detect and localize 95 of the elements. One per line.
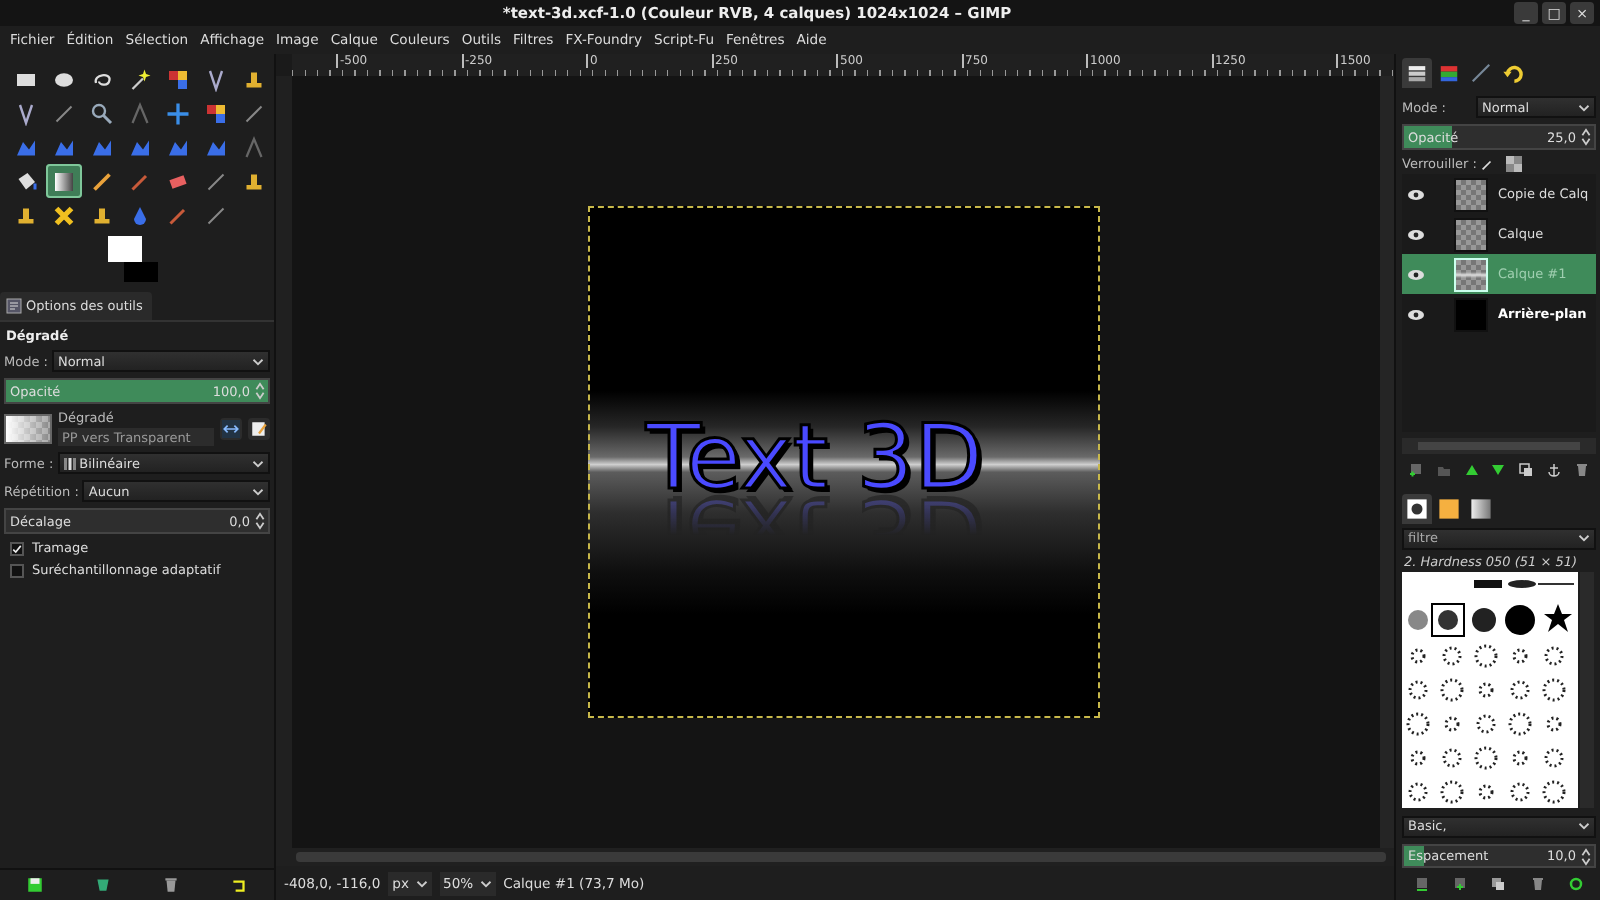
panel-icon bbox=[6, 298, 22, 314]
eye-icon[interactable] bbox=[1408, 189, 1424, 199]
horizontal-scrollbar[interactable] bbox=[1402, 438, 1596, 454]
panel-tab[interactable] bbox=[1434, 493, 1464, 524]
horizontal-scrollbar[interactable] bbox=[296, 852, 1386, 862]
squares-icon bbox=[204, 101, 228, 125]
layers-icon bbox=[1406, 62, 1428, 84]
stamp-icon bbox=[242, 67, 266, 91]
cross-icon bbox=[52, 203, 76, 227]
layer-thumbnail bbox=[1454, 297, 1488, 331]
bucket-icon bbox=[14, 169, 38, 193]
trash-icon[interactable] bbox=[1529, 876, 1546, 893]
caret-icon bbox=[479, 879, 492, 887]
brush-edit-icon[interactable] bbox=[1413, 876, 1430, 893]
duplicate-icon[interactable] bbox=[1518, 461, 1535, 478]
trash-icon[interactable] bbox=[162, 876, 181, 894]
caret-icon bbox=[252, 487, 264, 495]
vertical-scrollbar[interactable] bbox=[1380, 76, 1394, 848]
panel-tab[interactable] bbox=[1466, 493, 1496, 524]
duplicate-icon[interactable] bbox=[1490, 876, 1507, 893]
anchor-icon[interactable] bbox=[1546, 461, 1563, 478]
checker-icon[interactable] bbox=[1506, 156, 1523, 172]
caret-icon bbox=[252, 459, 264, 467]
magnifier-icon bbox=[90, 101, 114, 125]
move-icon bbox=[166, 101, 190, 125]
knife-icon bbox=[204, 169, 228, 193]
squares-icon bbox=[166, 67, 190, 91]
knife-icon bbox=[242, 101, 266, 125]
pattern-icon bbox=[1438, 497, 1460, 520]
double-arrow-icon bbox=[222, 419, 240, 437]
save-icon[interactable] bbox=[25, 876, 44, 894]
path-icon bbox=[1470, 62, 1492, 84]
notepad-icon bbox=[250, 419, 268, 437]
ellipse-icon bbox=[52, 67, 76, 91]
foreground-color-swatch[interactable] bbox=[108, 236, 142, 262]
caret-icon bbox=[1578, 534, 1590, 543]
undo-icon bbox=[1502, 62, 1524, 84]
stamp-icon bbox=[14, 203, 38, 227]
gradient-icon bbox=[1470, 497, 1492, 520]
eye-icon[interactable] bbox=[1408, 269, 1424, 279]
spin-arrows-icon bbox=[254, 382, 266, 400]
eraser-icon bbox=[166, 169, 190, 193]
brush-dot-icon bbox=[1406, 497, 1428, 520]
brush-grid-drawing[interactable] bbox=[1402, 571, 1578, 808]
bars-icon bbox=[63, 455, 76, 471]
shape-icon bbox=[166, 135, 190, 159]
knife-icon bbox=[52, 101, 76, 125]
drop-icon bbox=[128, 203, 152, 227]
up-arrow-icon[interactable] bbox=[1463, 461, 1480, 478]
new-brush-icon[interactable] bbox=[1452, 876, 1469, 893]
checkbox[interactable] bbox=[10, 563, 24, 577]
new-layer-icon[interactable] bbox=[1407, 461, 1424, 478]
stamp-icon bbox=[242, 169, 266, 193]
shape-icon bbox=[52, 135, 76, 159]
layer-thumbnail bbox=[1454, 217, 1488, 251]
pen-icon bbox=[204, 67, 228, 91]
check-icon bbox=[12, 543, 22, 553]
eye-icon[interactable] bbox=[1408, 309, 1424, 319]
brush-icon bbox=[1480, 157, 1495, 171]
reset-icon[interactable] bbox=[230, 876, 249, 894]
pen-icon bbox=[14, 101, 38, 125]
knife-icon bbox=[204, 203, 228, 227]
spin-arrows-icon bbox=[254, 512, 266, 530]
caret-icon bbox=[1578, 822, 1590, 831]
channels-icon bbox=[1438, 62, 1460, 84]
vertical-scrollbar[interactable] bbox=[1580, 571, 1594, 808]
spin-arrows-icon bbox=[1580, 847, 1592, 866]
restore-icon[interactable] bbox=[93, 876, 112, 894]
brush-icon bbox=[128, 169, 152, 193]
shape-icon bbox=[90, 135, 114, 159]
reverse-button[interactable] bbox=[220, 417, 242, 439]
shape-icon bbox=[204, 135, 228, 159]
edit-button[interactable] bbox=[248, 417, 270, 439]
layer-thumbnail bbox=[1454, 257, 1488, 291]
gradient-icon bbox=[52, 169, 76, 193]
wand-icon bbox=[128, 67, 152, 91]
checkbox[interactable] bbox=[10, 541, 24, 555]
eye-icon[interactable] bbox=[1408, 229, 1424, 239]
shape-icon bbox=[128, 135, 152, 159]
pencil-icon bbox=[90, 169, 114, 193]
shape-icon bbox=[14, 135, 38, 159]
gradient-preview[interactable] bbox=[4, 413, 52, 443]
caret-icon bbox=[1578, 103, 1590, 111]
spin-arrows-icon bbox=[1580, 128, 1592, 146]
panel-tab[interactable] bbox=[1402, 58, 1432, 88]
down-arrow-icon[interactable] bbox=[1490, 461, 1507, 478]
caret-icon bbox=[415, 879, 427, 887]
panel-tab[interactable] bbox=[1402, 493, 1432, 524]
refresh-icon[interactable] bbox=[1568, 876, 1585, 893]
tool-button[interactable] bbox=[46, 164, 82, 198]
background-color-swatch[interactable] bbox=[124, 262, 158, 282]
caret-icon bbox=[252, 357, 264, 365]
stamp-icon bbox=[90, 203, 114, 227]
brush-icon bbox=[166, 203, 190, 227]
trash-icon[interactable] bbox=[1573, 461, 1590, 478]
